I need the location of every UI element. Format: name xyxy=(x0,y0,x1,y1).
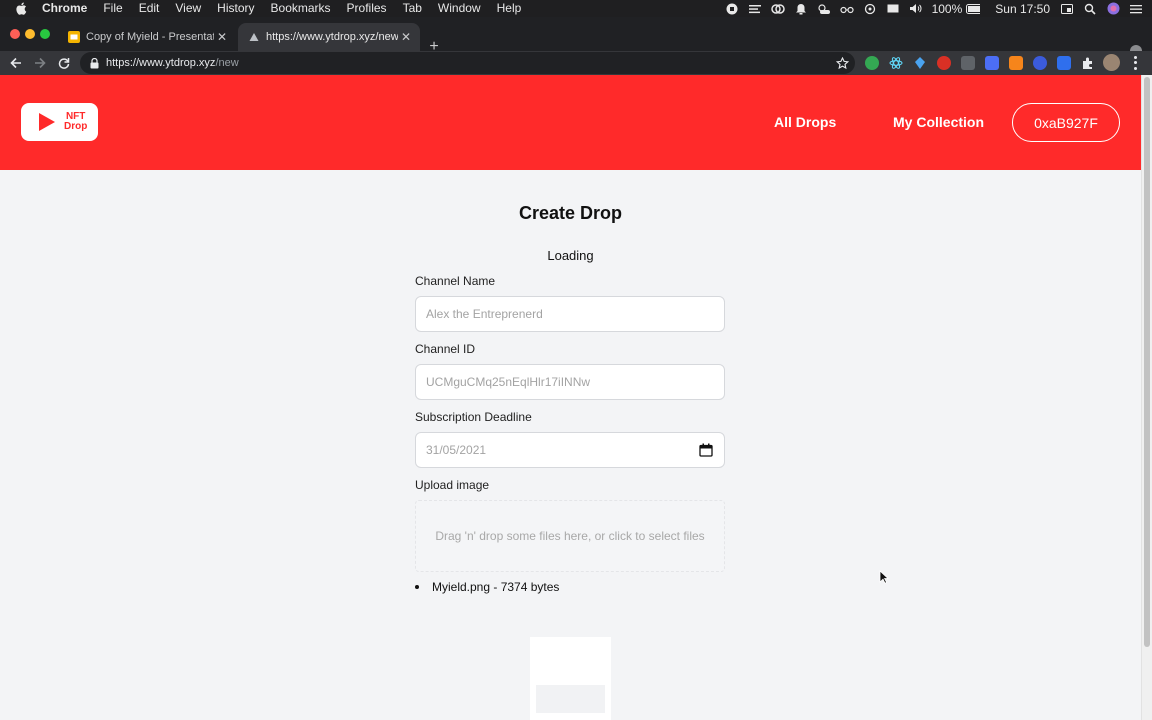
browser-tab-ytdrop[interactable]: https://www.ytdrop.xyz/new ✕ xyxy=(238,23,420,51)
metamask-fox-icon[interactable] xyxy=(1009,56,1023,70)
menu-help[interactable]: Help xyxy=(497,0,522,17)
deadline-date-value: 31/05/2021 xyxy=(426,443,487,457)
logo-text-line2: Drop xyxy=(64,121,88,132)
web-page: NFT Drop All Drops My Collection 0xaB927… xyxy=(0,75,1141,720)
slides-icon xyxy=(68,31,80,43)
menu-window[interactable]: Window xyxy=(438,0,481,17)
blue-extension-icon[interactable] xyxy=(985,56,999,70)
site-header: NFT Drop All Drops My Collection 0xaB927… xyxy=(0,75,1141,170)
tab-close-icon[interactable]: ✕ xyxy=(214,29,230,45)
browser-tab-strip: Copy of Myield - Presentation ✕ https://… xyxy=(0,17,1152,57)
nav-my-collection[interactable]: My Collection xyxy=(893,114,984,130)
address-bar[interactable]: https://www.ytdrop.xyz/new xyxy=(80,52,855,74)
image-preview-placeholder xyxy=(536,685,605,713)
menu-tab[interactable]: Tab xyxy=(403,0,422,17)
loading-status: Loading xyxy=(547,248,594,263)
apple-icon[interactable] xyxy=(14,2,28,16)
profile-avatar[interactable] xyxy=(1103,54,1120,71)
url-host: https://www.ytdrop.xyz xyxy=(106,57,216,69)
channel-id-label: Channel ID xyxy=(415,342,476,356)
window-close-button[interactable] xyxy=(10,29,20,39)
spotlight-search-icon[interactable] xyxy=(1083,3,1097,15)
code-extension-icon[interactable] xyxy=(961,56,975,70)
channel-name-label: Channel Name xyxy=(415,274,496,288)
back-arrow-icon[interactable] xyxy=(8,55,24,71)
uploaded-file-entry: Myield.png - 7374 bytes xyxy=(432,580,560,594)
forward-arrow-icon[interactable] xyxy=(32,55,48,71)
upload-image-label: Upload image xyxy=(415,478,490,492)
site-icon xyxy=(249,33,259,41)
tab-close-icon[interactable]: ✕ xyxy=(398,29,414,45)
control-center-icon[interactable] xyxy=(1129,3,1143,15)
menu-bar-clock[interactable]: Sun 17:50 xyxy=(995,2,1050,16)
menu-profiles[interactable]: Profiles xyxy=(347,0,387,17)
nav-all-drops[interactable]: All Drops xyxy=(774,114,836,130)
red-extension-icon[interactable] xyxy=(937,56,951,70)
menu-bar-status-area: 100% Sun 17:50 xyxy=(725,0,1152,17)
menu-app-name[interactable]: Chrome xyxy=(42,0,87,17)
screen-share-icon[interactable] xyxy=(1060,3,1074,15)
circle-extension-icon[interactable] xyxy=(1033,56,1047,70)
menu-bookmarks[interactable]: Bookmarks xyxy=(271,0,331,17)
page-scrollbar[interactable] xyxy=(1141,75,1152,720)
macos-menu-bar: Chrome File Edit View History Bookmarks … xyxy=(0,0,1152,17)
wallet-address-button[interactable]: 0xaB927F xyxy=(1012,103,1120,142)
chrome-extension-icon[interactable] xyxy=(865,56,879,70)
menu-file[interactable]: File xyxy=(103,0,122,17)
extensions-puzzle-icon[interactable] xyxy=(1081,56,1095,70)
url-path: /new xyxy=(215,57,239,69)
window-zoom-button[interactable] xyxy=(40,29,50,39)
play-icon xyxy=(39,113,55,131)
browser-toolbar: https://www.ytdrop.xyz/new xyxy=(0,51,1152,75)
subscription-deadline-input[interactable]: 31/05/2021 xyxy=(415,432,725,468)
calendar-icon[interactable] xyxy=(699,443,713,457)
reload-icon[interactable] xyxy=(56,55,72,71)
glasses-icon[interactable] xyxy=(839,3,854,15)
page-title: Create Drop xyxy=(518,203,623,223)
scrollbar-thumb[interactable] xyxy=(1144,77,1150,647)
channel-id-input[interactable]: UCMguCMq25nEqlHlr17iINNw xyxy=(415,364,725,400)
image-preview-card xyxy=(530,637,611,720)
bookmark-star-icon[interactable] xyxy=(835,56,849,70)
diamond-extension-icon[interactable] xyxy=(913,56,927,70)
display-icon[interactable] xyxy=(886,3,900,15)
menu-edit[interactable]: Edit xyxy=(139,0,160,17)
uploaded-file-item: Myield.png - 7374 bytes xyxy=(415,580,559,594)
battery-icon[interactable] xyxy=(966,3,981,15)
creative-cloud-icon[interactable] xyxy=(770,3,785,15)
chrome-menu-icon[interactable] xyxy=(1130,55,1140,71)
volume-icon[interactable] xyxy=(909,3,923,15)
file-dropzone[interactable]: Drag 'n' drop some files here, or click … xyxy=(415,500,725,572)
sync-icon[interactable] xyxy=(863,3,877,15)
battery-percent: 100% xyxy=(931,1,963,16)
react-devtools-icon[interactable] xyxy=(889,56,903,70)
menu-history[interactable]: History xyxy=(217,0,254,17)
channel-name-input[interactable]: Alex the Entreprenerd xyxy=(415,296,725,332)
list-bullet xyxy=(415,585,419,589)
nft-drop-logo[interactable]: NFT Drop xyxy=(21,103,98,141)
arrow-extension-icon[interactable] xyxy=(1057,56,1071,70)
subscription-deadline-label: Subscription Deadline xyxy=(415,410,532,424)
browser-tab-title: Copy of Myield - Presentation xyxy=(86,31,214,43)
logo-text: NFT Drop xyxy=(64,112,87,132)
bell-icon[interactable] xyxy=(794,3,808,15)
siri-icon[interactable] xyxy=(1106,2,1120,15)
list-icon[interactable] xyxy=(748,3,762,15)
record-icon[interactable] xyxy=(725,3,739,15)
lock-icon[interactable] xyxy=(88,57,100,69)
window-minimize-button[interactable] xyxy=(25,29,35,39)
weather-icon[interactable] xyxy=(817,3,831,15)
browser-tab-presentation[interactable]: Copy of Myield - Presentation ✕ xyxy=(58,23,236,51)
browser-tab-title: https://www.ytdrop.xyz/new xyxy=(266,31,398,43)
menu-view[interactable]: View xyxy=(175,0,201,17)
mouse-cursor-icon xyxy=(879,570,889,584)
